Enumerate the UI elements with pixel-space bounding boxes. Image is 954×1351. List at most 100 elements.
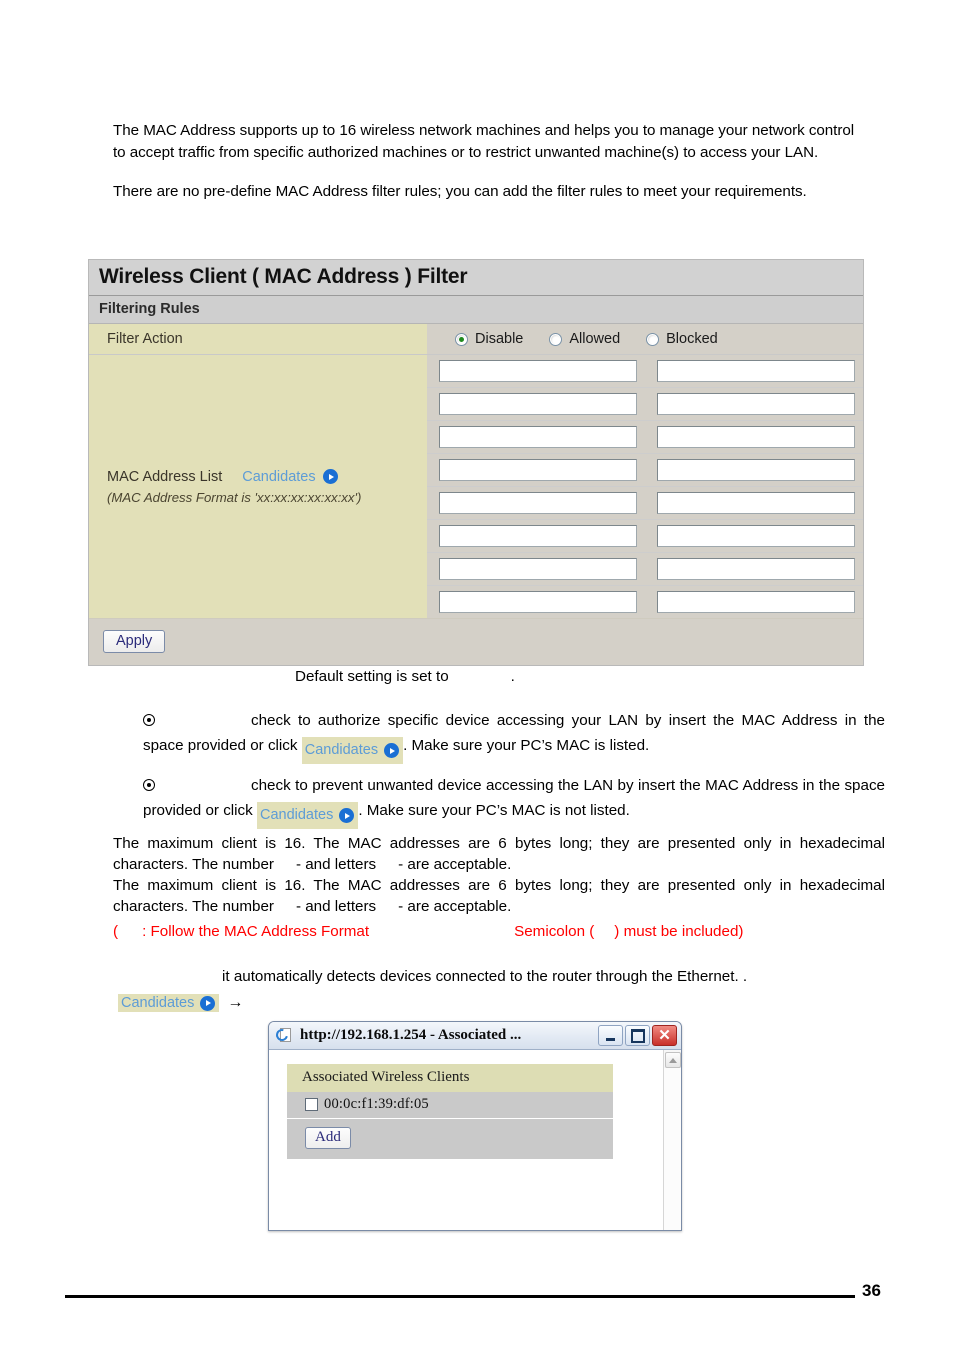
- mac-input-line: [427, 388, 863, 421]
- max-client-text-c1: - are acceptable.: [398, 856, 512, 873]
- mac-address-format-hint: (MAC Address Format is 'xx:xx:xx:xx:xx:x…: [107, 489, 362, 505]
- dialog-vertical-scrollbar[interactable]: [663, 1050, 681, 1230]
- red-note-tail: ) must be included): [614, 923, 744, 940]
- radio-filled-icon: [143, 714, 155, 726]
- radio-option-allowed[interactable]: Allowed: [549, 331, 620, 347]
- max-client-note-2: The maximum client is 16. The MAC addres…: [113, 875, 885, 917]
- ethernet-detection-note: it automatically detects devices connect…: [222, 968, 748, 985]
- mac-address-input-14[interactable]: [657, 525, 855, 547]
- mac-input-cell-11: [645, 421, 863, 453]
- mac-input-cell-8: [427, 586, 645, 618]
- radio-filled-icon: [143, 779, 155, 791]
- dialog-content: Associated Wireless Clients 00:0c:f1:39:…: [269, 1050, 663, 1230]
- mac-input-cell-5: [427, 487, 645, 519]
- mac-input-line: [427, 355, 863, 388]
- mac-address-input-2[interactable]: [439, 393, 637, 415]
- candidates-inline-label: Candidates: [259, 807, 334, 823]
- window-controls: ✕: [598, 1025, 677, 1046]
- mac-input-cell-3: [427, 421, 645, 453]
- wireless-mac-filter-panel: Wireless Client ( MAC Address ) Filter F…: [88, 259, 864, 666]
- candidates-label: Candidates: [242, 468, 316, 485]
- right-arrow-icon: →: [227, 994, 244, 1011]
- radio-disable-icon[interactable]: [455, 332, 468, 346]
- filter-action-radio-group: Disable Allowed Blocked: [437, 331, 718, 347]
- close-icon: ✕: [658, 1026, 671, 1044]
- scroll-up-icon[interactable]: [664, 1052, 681, 1068]
- radio-blocked-label: Blocked: [666, 331, 718, 347]
- client-list-item[interactable]: 00:0c:f1:39:df:05: [287, 1092, 613, 1119]
- radio-allowed-label: Allowed: [569, 331, 621, 347]
- panel-title: Wireless Client ( MAC Address ) Filter: [89, 260, 863, 296]
- play-arrow-icon: [200, 995, 216, 1011]
- apply-button[interactable]: Apply: [103, 630, 166, 653]
- page-number: 36: [862, 1281, 881, 1300]
- client-checkbox[interactable]: [305, 1098, 318, 1111]
- mac-input-line: [427, 454, 863, 487]
- add-button[interactable]: Add: [305, 1127, 351, 1149]
- radio-allowed-icon[interactable]: [549, 332, 563, 346]
- mac-input-cell-7: [427, 553, 645, 585]
- mac-input-cell-12: [645, 454, 863, 486]
- mac-input-cell-14: [645, 520, 863, 552]
- mac-address-input-10[interactable]: [657, 393, 855, 415]
- mac-input-cell-2: [427, 388, 645, 420]
- panel-footer: Apply: [89, 618, 863, 665]
- mac-input-cell-13: [645, 487, 863, 519]
- mac-address-input-3[interactable]: [439, 426, 637, 448]
- play-arrow-icon: [384, 743, 400, 758]
- red-note-open-paren: (: [113, 923, 119, 940]
- dialog-title: http://192.168.1.254 - Associated ...: [300, 1027, 522, 1043]
- mac-address-input-5[interactable]: [439, 492, 637, 514]
- mac-address-input-13[interactable]: [657, 492, 855, 514]
- mac-address-input-11[interactable]: [657, 426, 855, 448]
- default-setting-suffix: .: [510, 668, 515, 685]
- blocked-description-note: check to prevent unwanted device accessi…: [143, 773, 885, 829]
- radio-option-disable[interactable]: Disable: [455, 331, 523, 347]
- mac-address-input-12[interactable]: [657, 459, 855, 481]
- play-arrow-icon: [322, 469, 338, 484]
- play-arrow-icon: [339, 808, 355, 823]
- default-setting-note: Default setting is set to.: [295, 668, 515, 685]
- scrollbar-track[interactable]: [663, 1068, 681, 1230]
- minimize-button[interactable]: [598, 1025, 623, 1046]
- mac-address-input-1[interactable]: [439, 360, 637, 382]
- max-client-note-1: The maximum client is 16. The MAC addres…: [113, 833, 885, 875]
- candidates-inline-label: Candidates: [304, 742, 379, 758]
- mac-address-input-4[interactable]: [439, 459, 637, 481]
- mac-address-input-9[interactable]: [657, 360, 855, 382]
- mac-input-cell-15: [645, 553, 863, 585]
- max-client-text-b1: - and letters: [295, 856, 377, 873]
- red-note-semicolon: Semicolon (: [514, 923, 595, 940]
- mac-input-cell-4: [427, 454, 645, 486]
- mac-input-line: [427, 553, 863, 586]
- close-button[interactable]: ✕: [652, 1025, 677, 1046]
- mac-input-line: [427, 520, 863, 553]
- mac-address-input-16[interactable]: [657, 591, 855, 613]
- mac-input-cell-10: [645, 388, 863, 420]
- allowed-note-text-2: . Make sure your PC’s MAC is listed.: [403, 737, 650, 754]
- associated-clients-header: Associated Wireless Clients: [287, 1064, 613, 1092]
- radio-option-blocked[interactable]: Blocked: [646, 331, 718, 347]
- footer-divider: [65, 1295, 855, 1298]
- internet-explorer-icon: [273, 1026, 293, 1044]
- mac-address-list-row: MAC Address List Candidates (MAC Address…: [89, 355, 863, 618]
- mac-address-input-6[interactable]: [439, 525, 637, 547]
- intro-paragraph-1: The MAC Address supports up to 16 wirele…: [113, 122, 855, 161]
- maximize-button[interactable]: [625, 1025, 650, 1046]
- mac-address-input-15[interactable]: [657, 558, 855, 580]
- radio-disable-label: Disable: [475, 331, 524, 347]
- candidates-example-link[interactable]: Candidates: [118, 994, 220, 1012]
- client-mac-address: 00:0c:f1:39:df:05: [324, 1096, 429, 1112]
- dialog-title-bar[interactable]: http://192.168.1.254 - Associated ... ✕: [269, 1022, 681, 1050]
- intro-paragraph-2: There are no pre-define MAC Address filt…: [113, 183, 807, 200]
- mac-input-line: [427, 487, 863, 520]
- mac-address-inputs-grid: [427, 355, 863, 618]
- radio-blocked-icon[interactable]: [646, 332, 660, 346]
- candidates-link[interactable]: Candidates: [242, 468, 338, 485]
- candidates-inline-link-blocked[interactable]: Candidates: [256, 802, 359, 829]
- dialog-body: Associated Wireless Clients 00:0c:f1:39:…: [269, 1050, 681, 1230]
- filter-rules-grid: Filter Action Disable Allowed Blocked MA…: [89, 324, 863, 618]
- mac-address-input-8[interactable]: [439, 591, 637, 613]
- mac-address-input-7[interactable]: [439, 558, 637, 580]
- candidates-inline-link-allowed[interactable]: Candidates: [301, 737, 404, 764]
